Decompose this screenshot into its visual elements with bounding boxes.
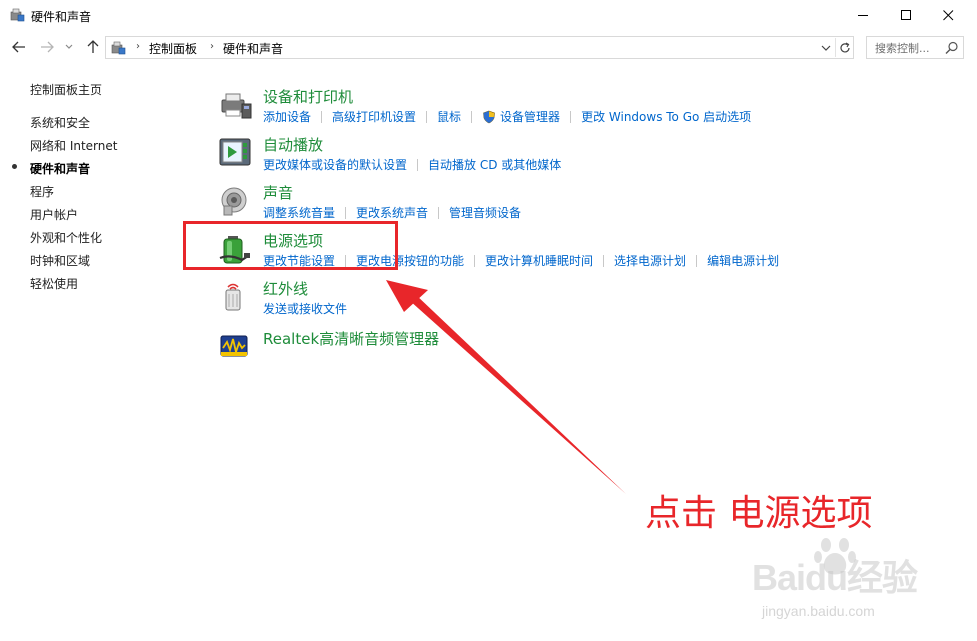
breadcrumb-hardware-sound[interactable]: 硬件和声音 [223,40,283,57]
link-advanced-printer-setup[interactable]: 高级打印机设置 [332,108,416,125]
recent-locations-dropdown[interactable] [63,38,75,56]
link-divider [696,254,698,267]
maximize-button[interactable] [883,0,929,31]
link-divider [345,206,347,219]
address-bar[interactable]: › 控制面板 › 硬件和声音 [105,36,854,59]
link-divider [438,206,440,219]
category-title-realtek-audio[interactable]: Realtek高清晰音频管理器 [263,328,439,349]
control-panel-icon [110,40,126,56]
realtek-audio-icon[interactable] [218,330,252,364]
annotation-text: 点击 电源选项 [645,493,873,534]
category-links: 更改媒体或设备的默认设置 自动播放 CD 或其他媒体 [263,156,561,173]
category-title-devices-printers[interactable]: 设备和打印机 [263,86,353,107]
address-dropdown-button[interactable] [819,39,833,56]
back-button[interactable] [10,38,28,56]
navigation-bar: › 控制面板 › 硬件和声音 搜索控制... [0,31,977,63]
link-change-media-defaults[interactable]: 更改媒体或设备的默认设置 [263,156,407,173]
category-links: 调整系统音量 更改系统声音 管理音频设备 [263,204,521,221]
refresh-button[interactable] [835,38,853,57]
search-input[interactable]: 搜索控制... [866,36,964,59]
minimize-button[interactable] [840,0,886,31]
link-divider [426,110,428,123]
link-divider [603,254,605,267]
breadcrumb-separator[interactable]: › [210,41,214,52]
nav-ease-of-access[interactable]: 轻松使用 [30,275,78,292]
window-title: 硬件和声音 [31,10,92,24]
link-sleep-time[interactable]: 更改计算机睡眠时间 [485,252,593,269]
breadcrumb-control-panel[interactable]: 控制面板 [149,40,197,57]
category-links: 添加设备 高级打印机设置 鼠标 设备管理器 更改 Windows To Go 启… [263,108,751,125]
search-icon[interactable] [945,41,959,55]
up-button[interactable] [84,38,102,56]
category-title-autoplay[interactable]: 自动播放 [263,134,323,155]
link-autoplay-cd[interactable]: 自动播放 CD 或其他媒体 [428,156,561,173]
category-links: 发送或接收文件 [263,300,347,317]
title-bar: 硬件和声音 [0,0,977,31]
infrared-icon[interactable] [218,280,252,314]
category-title-infrared[interactable]: 红外线 [263,278,308,299]
forward-button[interactable] [38,38,56,56]
link-divider [321,110,323,123]
nav-user-accounts[interactable]: 用户帐户 [30,206,78,223]
baidu-watermark: Baidu经验 jingyan.baidu.com [752,535,952,635]
search-placeholder: 搜索控制... [875,42,930,55]
category-title-sound[interactable]: 声音 [263,182,293,203]
speaker-icon[interactable] [218,184,252,218]
uac-shield-icon [482,110,496,124]
nav-clock-region[interactable]: 时钟和区域 [30,252,90,269]
link-adjust-volume[interactable]: 调整系统音量 [263,204,335,221]
watermark-brand: Baidu经验 [752,557,918,598]
control-panel-icon [9,7,25,23]
link-manage-audio-devices[interactable]: 管理音频设备 [449,204,521,221]
watermark-url: jingyan.baidu.com [762,603,875,619]
link-mouse[interactable]: 鼠标 [437,108,461,125]
link-windows-to-go[interactable]: 更改 Windows To Go 启动选项 [581,108,751,125]
printer-icon[interactable] [218,88,252,122]
nav-appearance[interactable]: 外观和个性化 [30,229,102,246]
link-divider [570,110,572,123]
selected-bullet-icon [12,164,17,169]
link-divider [417,158,419,171]
link-edit-power-plan[interactable]: 编辑电源计划 [707,252,779,269]
link-device-manager[interactable]: 设备管理器 [500,108,560,125]
nav-network-internet[interactable]: 网络和 Internet [30,137,117,154]
nav-programs[interactable]: 程序 [30,183,54,200]
nav-hardware-sound[interactable]: 硬件和声音 [30,160,90,177]
link-add-device[interactable]: 添加设备 [263,108,311,125]
autoplay-icon[interactable] [218,136,252,170]
link-divider [471,110,473,123]
link-change-system-sounds[interactable]: 更改系统声音 [356,204,428,221]
close-button[interactable] [925,0,971,31]
left-navigation: 控制面板主页 系统和安全 网络和 Internet 硬件和声音 程序 用户帐户 … [0,63,200,463]
annotation-highlight-box [183,221,398,270]
link-choose-power-plan[interactable]: 选择电源计划 [614,252,686,269]
nav-system-security[interactable]: 系统和安全 [30,114,90,131]
breadcrumb-separator[interactable]: › [136,41,140,52]
nav-control-panel-home[interactable]: 控制面板主页 [30,81,102,98]
link-send-receive-files[interactable]: 发送或接收文件 [263,300,347,317]
link-divider [474,254,476,267]
